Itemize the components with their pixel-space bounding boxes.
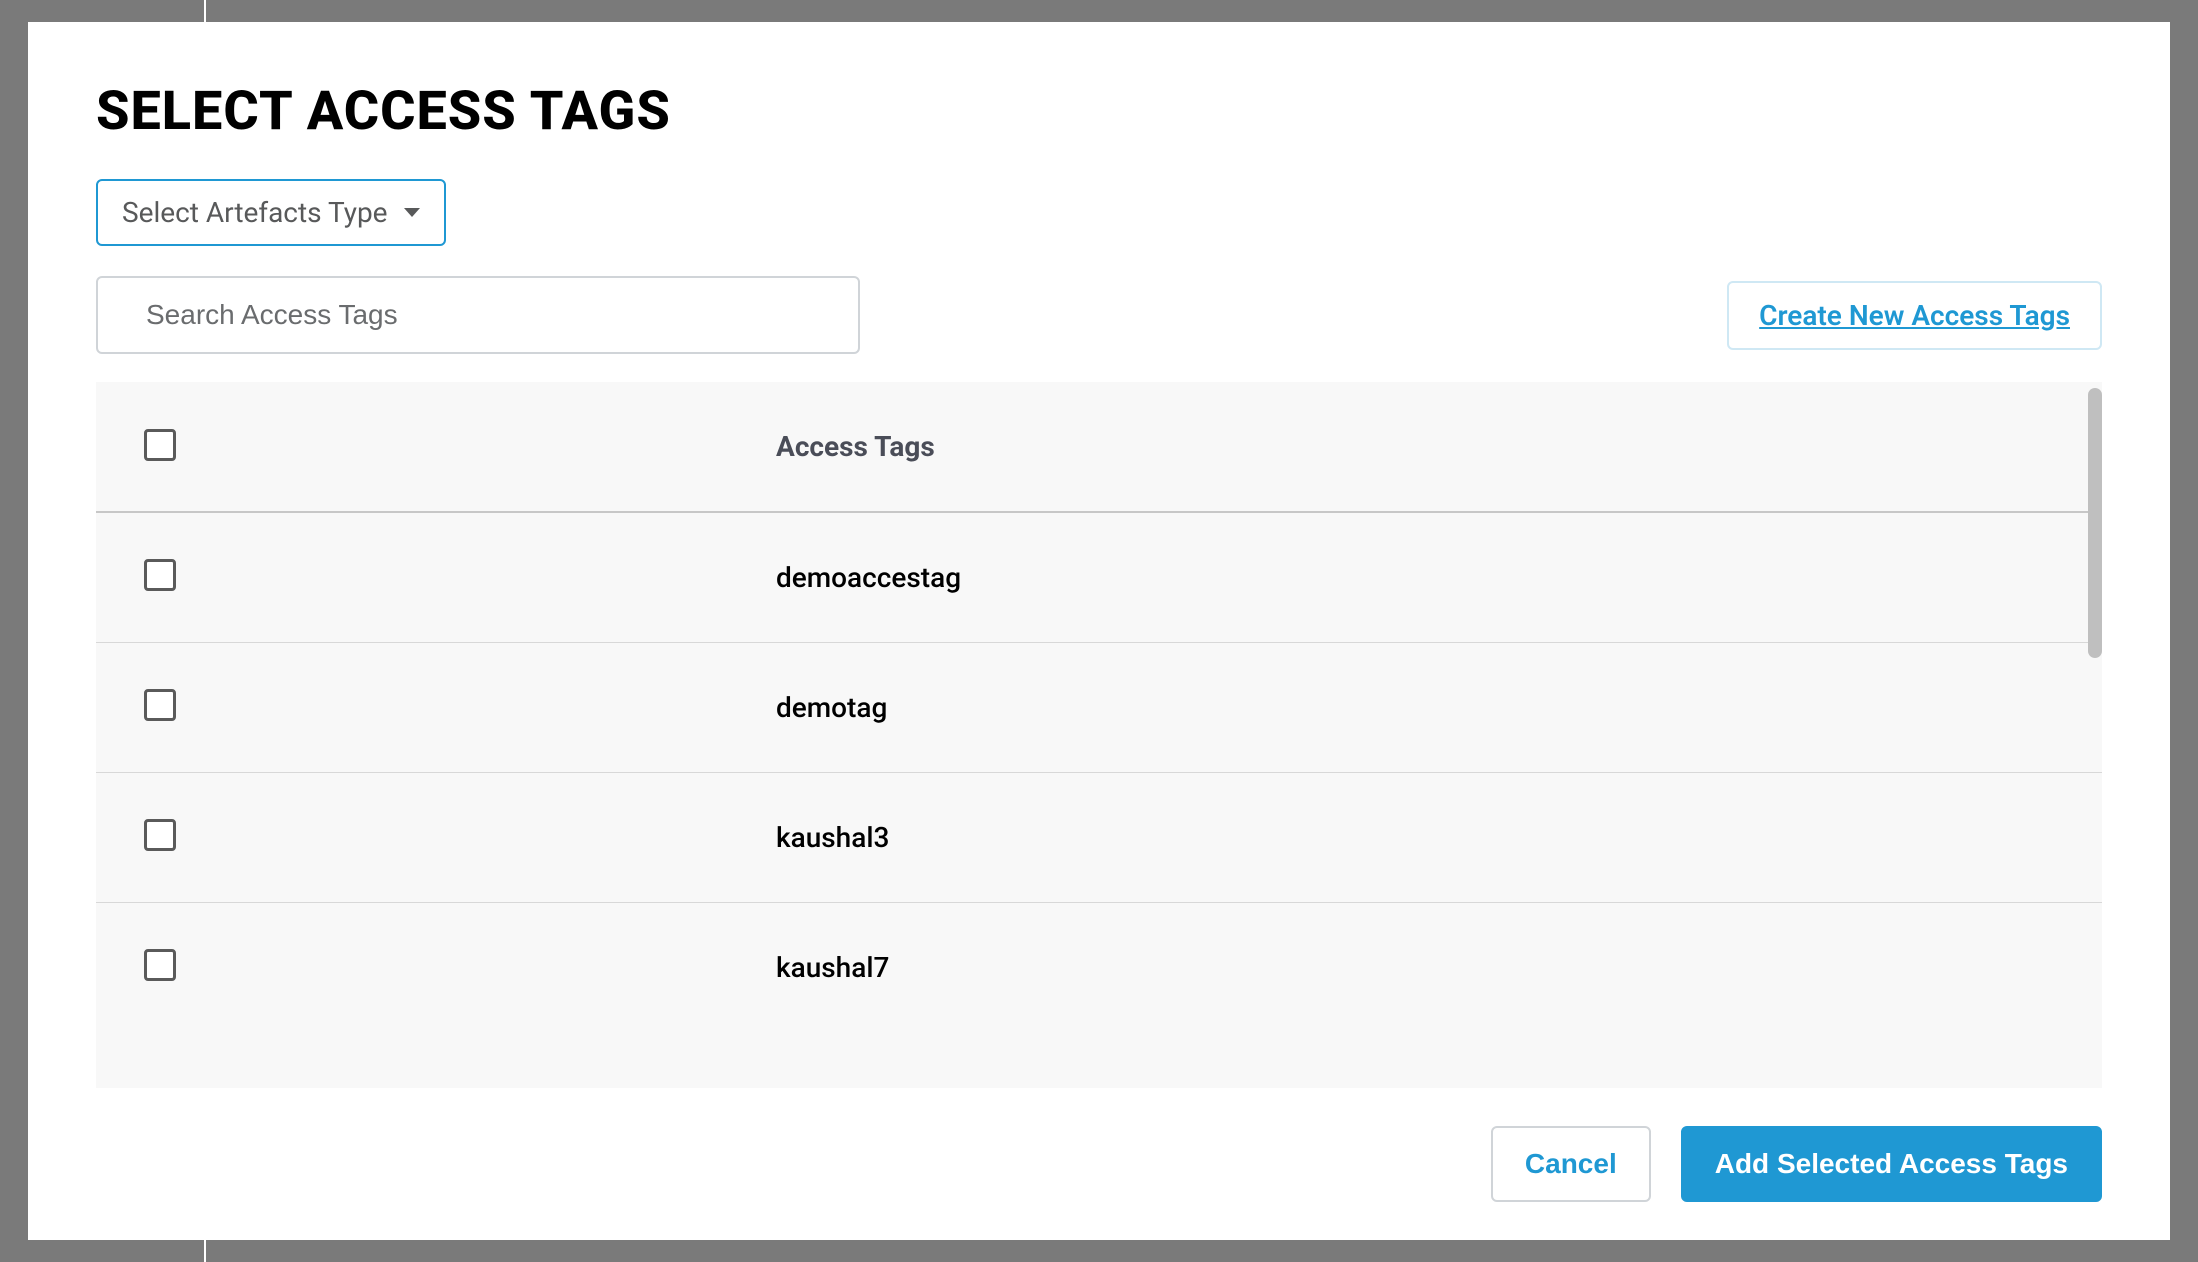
add-selected-access-tags-button[interactable]: Add Selected Access Tags xyxy=(1681,1126,2102,1202)
search-input[interactable] xyxy=(96,276,860,354)
row-checkbox[interactable] xyxy=(144,819,176,851)
select-access-tags-modal: SELECT ACCESS TAGS Select Artefacts Type… xyxy=(28,22,2170,1240)
access-tags-table-wrap: Access Tags demoaccestag demotag kau xyxy=(96,382,2102,1088)
create-new-access-tags-link[interactable]: Create New Access Tags xyxy=(1727,281,2102,350)
access-tags-table: Access Tags demoaccestag demotag kau xyxy=(96,382,2102,1032)
cancel-button[interactable]: Cancel xyxy=(1491,1126,1651,1202)
access-tag-name: kaushal7 xyxy=(776,902,2102,1032)
access-tag-name: demoaccestag xyxy=(776,512,2102,642)
table-row: demoaccestag xyxy=(96,512,2102,642)
access-tag-name: demotag xyxy=(776,642,2102,772)
column-header-access-tags: Access Tags xyxy=(776,382,2102,512)
row-checkbox[interactable] xyxy=(144,559,176,591)
table-row: kaushal3 xyxy=(96,772,2102,902)
controls-row: Create New Access Tags xyxy=(96,276,2102,354)
table-row: kaushal7 xyxy=(96,902,2102,1032)
table-row: demotag xyxy=(96,642,2102,772)
artefacts-type-label: Select Artefacts Type xyxy=(122,196,388,229)
table-header-row: Access Tags xyxy=(96,382,2102,512)
access-tag-name: kaushal3 xyxy=(776,772,2102,902)
modal-title: SELECT ACCESS TAGS xyxy=(96,80,2102,143)
caret-down-icon xyxy=(404,208,420,217)
row-checkbox[interactable] xyxy=(144,949,176,981)
row-checkbox[interactable] xyxy=(144,689,176,721)
scrollbar[interactable] xyxy=(2088,388,2102,658)
artefacts-type-dropdown[interactable]: Select Artefacts Type xyxy=(96,179,446,246)
modal-footer: Cancel Add Selected Access Tags xyxy=(96,1088,2102,1202)
select-all-checkbox[interactable] xyxy=(144,429,176,461)
